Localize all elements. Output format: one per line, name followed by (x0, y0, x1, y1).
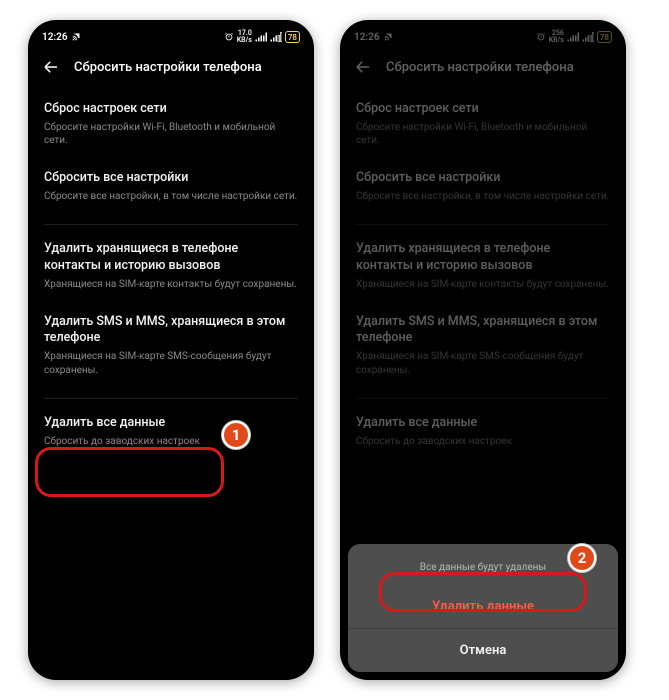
annotation-badge-2: 2 (568, 544, 596, 572)
status-bar: 12:26 256KB/s 78 (340, 20, 626, 48)
battery-icon: 78 (597, 31, 612, 43)
item-delete-sms[interactable]: Удалить SMS и MMS, хранящиеся в этом тел… (356, 303, 610, 389)
item-reset-all-settings[interactable]: Сбросить все настройки Сбросите все наст… (356, 159, 610, 214)
settings-list: Сброс настроек сети Сбросите настройки W… (340, 90, 626, 460)
confirm-delete-button[interactable]: Удалить данные (348, 585, 618, 628)
item-wipe-data[interactable]: Удалить все данные Сбросить до заводских… (44, 398, 298, 459)
signal-icon (567, 32, 579, 42)
cast-icon (384, 32, 393, 41)
signal-icon (255, 32, 267, 42)
page-title: Сбросить настройки телефона (74, 60, 262, 75)
item-reset-network[interactable]: Сброс настроек сети Сбросите настройки W… (44, 90, 298, 159)
net-speed: 256KB/s (549, 30, 564, 44)
page-header: Сбросить настройки телефона (28, 48, 314, 90)
back-icon[interactable] (42, 58, 60, 76)
item-delete-sms[interactable]: Удалить SMS и MMS, хранящиеся в этом тел… (44, 303, 298, 389)
settings-list: Сброс настроек сети Сбросите настройки W… (28, 90, 314, 460)
page-header: Сбросить настройки телефона (340, 48, 626, 90)
item-reset-all-settings[interactable]: Сбросить все настройки Сбросите все наст… (44, 159, 298, 214)
item-delete-contacts[interactable]: Удалить хранящиеся в телефоне контакты и… (44, 224, 298, 302)
page-title: Сбросить настройки телефона (386, 60, 574, 75)
back-icon[interactable] (354, 58, 372, 76)
cast-icon (72, 32, 81, 41)
alarm-icon (224, 32, 234, 42)
cancel-button[interactable]: Отмена (348, 628, 618, 672)
clock: 12:26 (42, 32, 81, 43)
alarm-icon (536, 32, 546, 42)
annotation-badge-1: 1 (222, 421, 250, 449)
item-delete-contacts[interactable]: Удалить хранящиеся в телефоне контакты и… (356, 224, 610, 302)
net-speed: 17.0KB/s (237, 30, 252, 44)
signal-icon-2 (582, 32, 594, 42)
signal-icon-2 (270, 32, 282, 42)
clock: 12:26 (354, 32, 393, 43)
item-reset-network[interactable]: Сброс настроек сети Сбросите настройки W… (356, 90, 610, 159)
item-wipe-data[interactable]: Удалить все данные Сбросить до заводских… (356, 398, 610, 459)
phone-screenshot-2: 12:26 256KB/s 78 Сбросить настройки теле… (340, 20, 626, 680)
status-bar: 12:26 17.0KB/s 78 (28, 20, 314, 48)
battery-icon: 78 (285, 31, 300, 43)
phone-screenshot-1: 12:26 17.0KB/s 78 Сбросить настройки тел… (28, 20, 314, 680)
